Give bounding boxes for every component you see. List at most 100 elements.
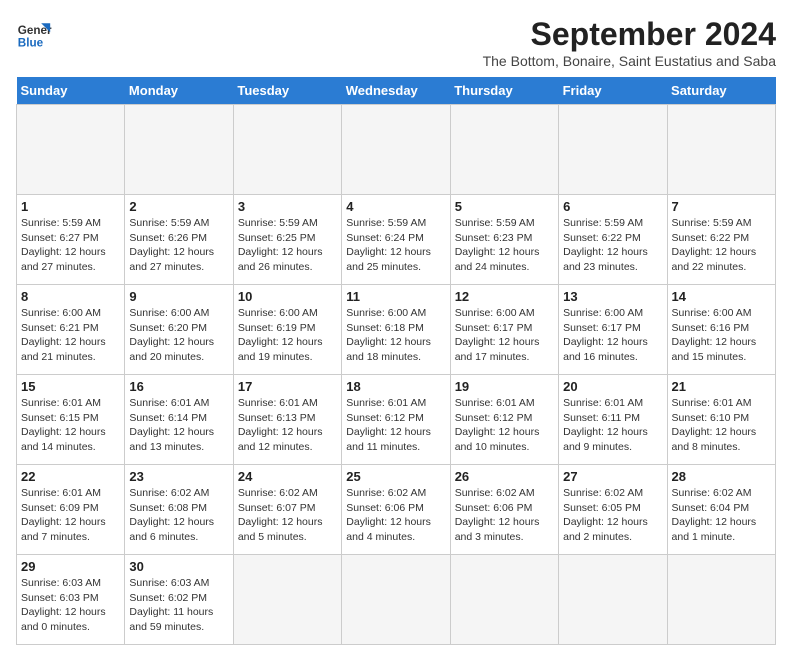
calendar-day-cell: 19 Sunrise: 6:01 AMSunset: 6:12 PMDayligh… (450, 375, 558, 465)
day-number: 28 (672, 469, 771, 484)
day-number: 18 (346, 379, 445, 394)
calendar-day-cell (233, 105, 341, 195)
day-number: 5 (455, 199, 554, 214)
day-number: 23 (129, 469, 228, 484)
calendar-day-cell: 25 Sunrise: 6:02 AMSunset: 6:06 PMDayligh… (342, 465, 450, 555)
day-info: Sunrise: 6:01 AMSunset: 6:14 PMDaylight:… (129, 396, 228, 455)
day-info: Sunrise: 5:59 AMSunset: 6:24 PMDaylight:… (346, 216, 445, 275)
day-info: Sunrise: 6:03 AMSunset: 6:03 PMDaylight:… (21, 576, 120, 635)
calendar-day-cell: 28 Sunrise: 6:02 AMSunset: 6:04 PMDayligh… (667, 465, 775, 555)
day-info: Sunrise: 6:00 AMSunset: 6:16 PMDaylight:… (672, 306, 771, 365)
day-number: 3 (238, 199, 337, 214)
day-number: 17 (238, 379, 337, 394)
day-info: Sunrise: 6:01 AMSunset: 6:12 PMDaylight:… (346, 396, 445, 455)
day-info: Sunrise: 6:00 AMSunset: 6:19 PMDaylight:… (238, 306, 337, 365)
day-of-week-header: Friday (559, 77, 667, 105)
day-info: Sunrise: 5:59 AMSunset: 6:22 PMDaylight:… (563, 216, 662, 275)
day-info: Sunrise: 6:02 AMSunset: 6:06 PMDaylight:… (346, 486, 445, 545)
calendar-day-cell: 27Sunrise: 6:02 AMSunset: 6:05 PMDayligh… (559, 465, 667, 555)
day-number: 16 (129, 379, 228, 394)
calendar-week-row: 15 Sunrise: 6:01 AMSunset: 6:15 PMDayligh… (17, 375, 776, 465)
calendar-day-cell: 5 Sunrise: 5:59 AMSunset: 6:23 PMDaylight… (450, 195, 558, 285)
calendar-day-cell (342, 555, 450, 645)
day-number: 7 (672, 199, 771, 214)
calendar-day-cell (342, 105, 450, 195)
day-info: Sunrise: 5:59 AMSunset: 6:22 PMDaylight:… (672, 216, 771, 275)
calendar-day-cell (17, 105, 125, 195)
location: The Bottom, Bonaire, Saint Eustatius and… (483, 53, 776, 69)
day-info: Sunrise: 6:01 AMSunset: 6:15 PMDaylight:… (21, 396, 120, 455)
calendar-day-cell (667, 105, 775, 195)
day-number: 10 (238, 289, 337, 304)
day-info: Sunrise: 5:59 AMSunset: 6:26 PMDaylight:… (129, 216, 228, 275)
day-info: Sunrise: 6:00 AMSunset: 6:18 PMDaylight:… (346, 306, 445, 365)
day-number: 9 (129, 289, 228, 304)
calendar-table: SundayMondayTuesdayWednesdayThursdayFrid… (16, 77, 776, 645)
logo: General Blue (16, 16, 52, 52)
calendar-day-cell: 7 Sunrise: 5:59 AMSunset: 6:22 PMDaylight… (667, 195, 775, 285)
day-of-week-header: Saturday (667, 77, 775, 105)
day-info: Sunrise: 6:02 AMSunset: 6:08 PMDaylight:… (129, 486, 228, 545)
calendar-day-cell: 16 Sunrise: 6:01 AMSunset: 6:14 PMDayligh… (125, 375, 233, 465)
day-number: 12 (455, 289, 554, 304)
month-year: September 2024 (483, 16, 776, 53)
day-number: 4 (346, 199, 445, 214)
calendar-day-cell (667, 555, 775, 645)
day-number: 27 (563, 469, 662, 484)
day-number: 15 (21, 379, 120, 394)
day-info: Sunrise: 6:00 AMSunset: 6:20 PMDaylight:… (129, 306, 228, 365)
calendar-day-cell: 17 Sunrise: 6:01 AMSunset: 6:13 PMDayligh… (233, 375, 341, 465)
svg-text:Blue: Blue (18, 37, 44, 50)
calendar-day-cell: 6 Sunrise: 5:59 AMSunset: 6:22 PMDaylight… (559, 195, 667, 285)
day-number: 6 (563, 199, 662, 214)
day-info: Sunrise: 6:01 AMSunset: 6:12 PMDaylight:… (455, 396, 554, 455)
calendar-day-cell: 15 Sunrise: 6:01 AMSunset: 6:15 PMDayligh… (17, 375, 125, 465)
calendar-day-cell: 14Sunrise: 6:00 AMSunset: 6:16 PMDayligh… (667, 285, 775, 375)
calendar-day-cell (450, 105, 558, 195)
day-info: Sunrise: 6:00 AMSunset: 6:17 PMDaylight:… (455, 306, 554, 365)
calendar-week-row: 1 Sunrise: 5:59 AMSunset: 6:27 PMDaylight… (17, 195, 776, 285)
day-number: 29 (21, 559, 120, 574)
calendar-day-cell: 21Sunrise: 6:01 AMSunset: 6:10 PMDayligh… (667, 375, 775, 465)
calendar-day-cell: 4 Sunrise: 5:59 AMSunset: 6:24 PMDaylight… (342, 195, 450, 285)
calendar-header-row: SundayMondayTuesdayWednesdayThursdayFrid… (17, 77, 776, 105)
day-info: Sunrise: 6:02 AMSunset: 6:04 PMDaylight:… (672, 486, 771, 545)
calendar-day-cell: 23 Sunrise: 6:02 AMSunset: 6:08 PMDayligh… (125, 465, 233, 555)
day-of-week-header: Monday (125, 77, 233, 105)
day-info: Sunrise: 5:59 AMSunset: 6:27 PMDaylight:… (21, 216, 120, 275)
calendar-day-cell (559, 555, 667, 645)
calendar-week-row (17, 105, 776, 195)
calendar-day-cell: 11 Sunrise: 6:00 AMSunset: 6:18 PMDayligh… (342, 285, 450, 375)
day-number: 8 (21, 289, 120, 304)
day-info: Sunrise: 6:00 AMSunset: 6:21 PMDaylight:… (21, 306, 120, 365)
day-number: 24 (238, 469, 337, 484)
day-info: Sunrise: 5:59 AMSunset: 6:23 PMDaylight:… (455, 216, 554, 275)
calendar-week-row: 8 Sunrise: 6:00 AMSunset: 6:21 PMDaylight… (17, 285, 776, 375)
day-info: Sunrise: 6:01 AMSunset: 6:13 PMDaylight:… (238, 396, 337, 455)
day-number: 22 (21, 469, 120, 484)
title-block: September 2024 The Bottom, Bonaire, Sain… (483, 16, 776, 69)
calendar-day-cell: 8 Sunrise: 6:00 AMSunset: 6:21 PMDaylight… (17, 285, 125, 375)
day-number: 1 (21, 199, 120, 214)
day-number: 20 (563, 379, 662, 394)
day-info: Sunrise: 6:02 AMSunset: 6:06 PMDaylight:… (455, 486, 554, 545)
day-number: 11 (346, 289, 445, 304)
day-of-week-header: Wednesday (342, 77, 450, 105)
calendar-week-row: 29 Sunrise: 6:03 AMSunset: 6:03 PMDayligh… (17, 555, 776, 645)
calendar-day-cell: 26Sunrise: 6:02 AMSunset: 6:06 PMDayligh… (450, 465, 558, 555)
calendar-day-cell: 9 Sunrise: 6:00 AMSunset: 6:20 PMDaylight… (125, 285, 233, 375)
day-info: Sunrise: 6:01 AMSunset: 6:11 PMDaylight:… (563, 396, 662, 455)
calendar-day-cell (125, 105, 233, 195)
calendar-day-cell: 24Sunrise: 6:02 AMSunset: 6:07 PMDayligh… (233, 465, 341, 555)
calendar-day-cell: 22Sunrise: 6:01 AMSunset: 6:09 PMDayligh… (17, 465, 125, 555)
day-info: Sunrise: 6:00 AMSunset: 6:17 PMDaylight:… (563, 306, 662, 365)
calendar-day-cell (559, 105, 667, 195)
day-number: 13 (563, 289, 662, 304)
day-number: 2 (129, 199, 228, 214)
calendar-week-row: 22Sunrise: 6:01 AMSunset: 6:09 PMDayligh… (17, 465, 776, 555)
day-number: 25 (346, 469, 445, 484)
day-number: 19 (455, 379, 554, 394)
calendar-day-cell (233, 555, 341, 645)
calendar-day-cell: 3 Sunrise: 5:59 AMSunset: 6:25 PMDaylight… (233, 195, 341, 285)
day-info: Sunrise: 5:59 AMSunset: 6:25 PMDaylight:… (238, 216, 337, 275)
